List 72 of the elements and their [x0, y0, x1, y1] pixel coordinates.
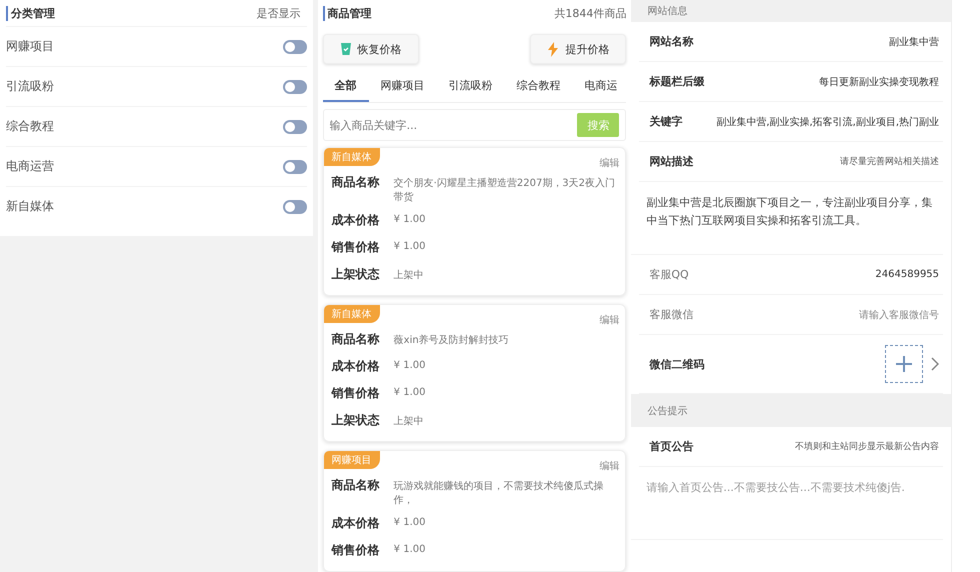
- field-value[interactable]: 每日更新副业实操变现教程: [819, 74, 940, 88]
- category-tag: 新自媒体: [324, 148, 380, 166]
- field-label: 上架状态: [332, 266, 381, 283]
- field-label: 微信二维码: [649, 356, 704, 372]
- category-tab[interactable]: 网赚项目: [368, 72, 437, 102]
- field-label: 销售价格: [332, 385, 381, 402]
- field-value: 玩游戏就能赚钱的项目，不需要技术纯傻瓜式操作，: [394, 480, 605, 507]
- field-value: ¥ 1.00: [394, 386, 426, 398]
- field-value[interactable]: 2464589955: [875, 269, 940, 280]
- toggle-switch[interactable]: [282, 160, 307, 174]
- panel-title: 商品管理: [322, 6, 372, 20]
- category-tab[interactable]: 引流吸粉: [436, 72, 505, 102]
- field-label: 商品名称: [332, 477, 381, 494]
- raise-price-button[interactable]: 提升价格: [530, 34, 626, 64]
- toggle-switch[interactable]: [282, 200, 307, 214]
- lightning-icon: [547, 42, 560, 56]
- field-value[interactable]: 副业集中营: [889, 34, 940, 48]
- plus-icon: [895, 355, 914, 373]
- column-label: 是否显示: [256, 6, 301, 20]
- field-label: 成本价格: [332, 515, 381, 532]
- category-name: 电商运营: [6, 158, 54, 175]
- upload-button[interactable]: [885, 345, 924, 383]
- field-label: 销售价格: [332, 239, 381, 256]
- category-tab[interactable]: 全部: [322, 72, 369, 102]
- category-tag: 网赚项目: [324, 451, 380, 469]
- field-label: 首页公告: [649, 439, 694, 454]
- edit-link[interactable]: 编辑: [599, 313, 620, 327]
- category-name: 引流吸粉: [6, 78, 54, 95]
- field-label: 客服微信: [649, 307, 694, 322]
- restore-price-button[interactable]: 恢复价格: [322, 34, 419, 64]
- toggle-switch[interactable]: [282, 40, 307, 54]
- field-label: 客服QQ: [649, 267, 689, 282]
- edit-link[interactable]: 编辑: [599, 459, 620, 473]
- edit-link[interactable]: 编辑: [599, 156, 620, 170]
- field-label: 网站名称: [649, 34, 694, 49]
- field-label: 成本价格: [332, 212, 381, 229]
- field-value: 交个朋友·闪耀星主播塑造营2207期，3天2夜入门带货: [394, 176, 616, 204]
- field-value: 上架中: [394, 414, 424, 428]
- field-value: ¥ 1.00: [394, 359, 426, 371]
- category-name: 综合教程: [6, 118, 54, 135]
- input-field[interactable]: 请输入客服微信号: [859, 308, 940, 322]
- field-label: 标题栏后缀: [649, 74, 704, 89]
- field-label: 网站描述: [649, 154, 694, 169]
- category-tab[interactable]: 综合教程: [504, 72, 573, 102]
- field-label: 商品名称: [332, 331, 381, 348]
- section-header: 网站信息: [631, 0, 952, 22]
- field-value: ¥ 1.00: [394, 240, 426, 252]
- field-value: ¥ 1.00: [394, 543, 426, 555]
- toggle-switch[interactable]: [282, 120, 307, 134]
- field-value: 薇xin养号及防封解封技巧: [394, 334, 509, 347]
- text-area[interactable]: 副业集中营是北辰圈旗下项目之一，专注副业项目分享，集中当下热门互联网项目实操和拓客引流工具。: [631, 182, 944, 255]
- field-value[interactable]: 副业集中营,副业实操,拓客引流,副业项目,热门副业: [716, 114, 940, 128]
- category-tag: 新自媒体: [324, 305, 380, 323]
- field-label: 关键字: [649, 114, 682, 129]
- section-header: 公告提示: [631, 394, 952, 427]
- cup-icon: [340, 42, 352, 56]
- field-label: 上架状态: [332, 412, 381, 429]
- field-hint: 请尽量完善网站相关描述: [840, 155, 940, 168]
- toggle-switch[interactable]: [282, 80, 307, 94]
- field-value: 上架中: [394, 268, 424, 282]
- field-label: 商品名称: [332, 174, 381, 191]
- field-value: ¥ 1.00: [394, 213, 426, 225]
- field-value: ¥ 1.00: [394, 516, 426, 528]
- category-name: 网赚项目: [6, 38, 54, 55]
- category-tab[interactable]: 电商运: [572, 72, 626, 102]
- field-label: 销售价格: [332, 542, 381, 559]
- field-hint: 不填则和主站同步显示最新公告内容: [795, 440, 940, 453]
- product-count: 共1844件商品: [554, 6, 626, 20]
- chevron-right-icon: [931, 357, 940, 371]
- panel-title: 分类管理: [6, 6, 55, 20]
- category-name: 新自媒体: [6, 198, 54, 215]
- field-label: 成本价格: [332, 358, 381, 375]
